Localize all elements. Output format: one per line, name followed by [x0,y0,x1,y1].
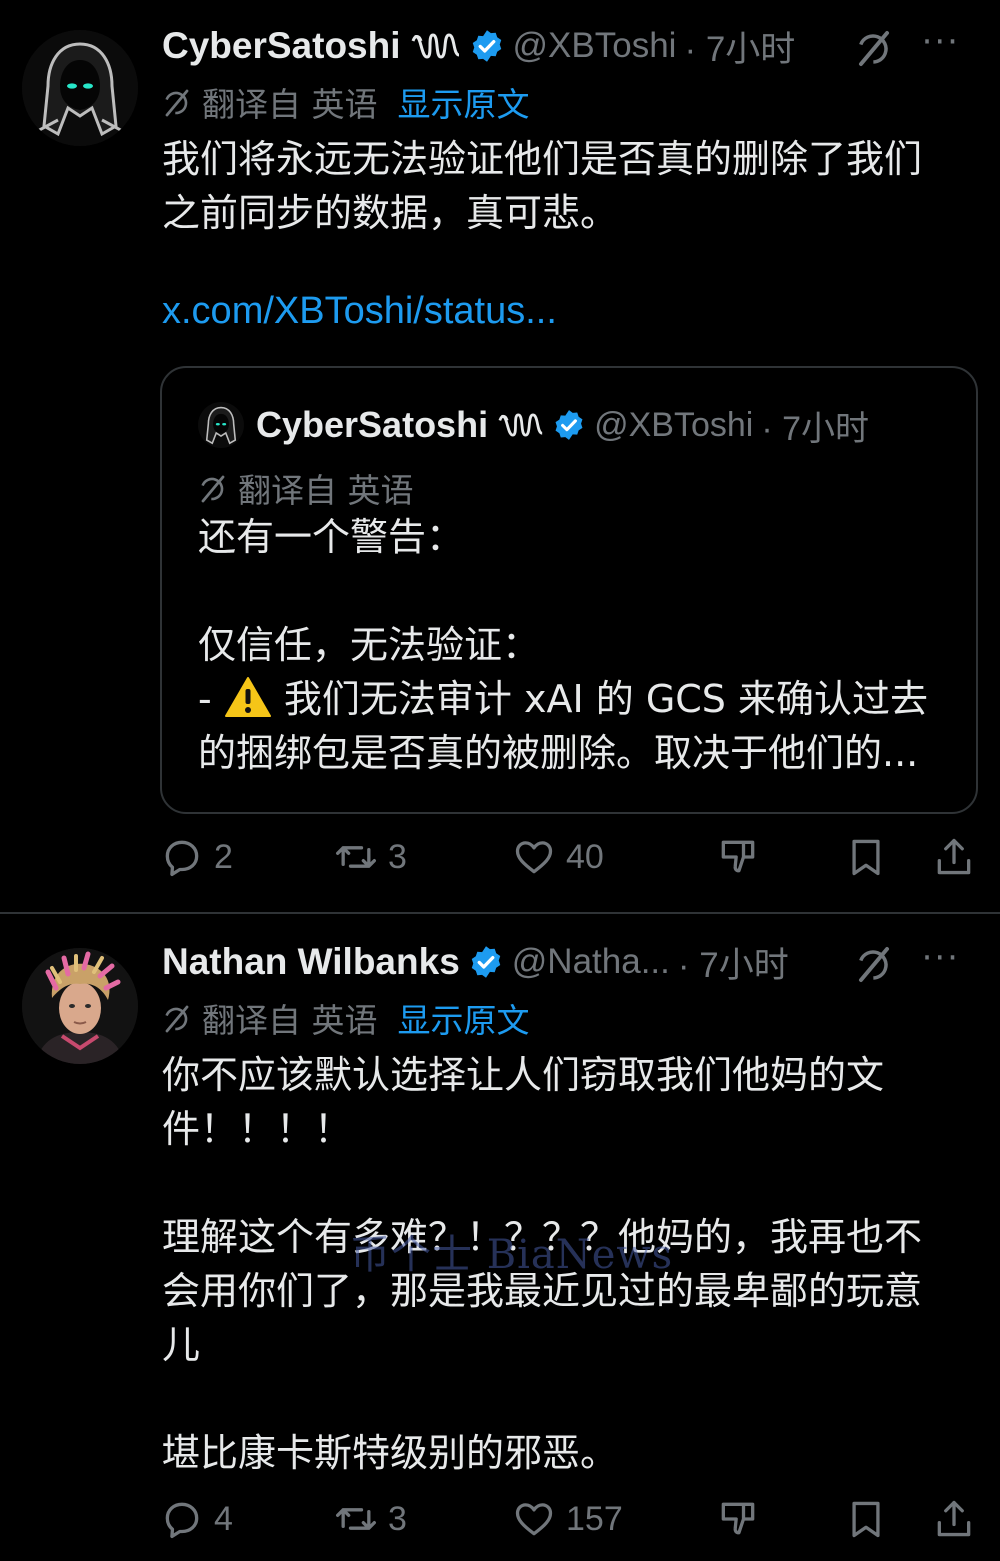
dislike-icon [721,840,755,873]
timestamp[interactable]: · 7小时 [684,21,795,72]
bookmark-button[interactable] [844,832,888,882]
warning-icon [224,677,271,717]
watermark: 币个士 BiaNews [350,1232,674,1278]
like-icon [515,841,553,874]
display-name[interactable]: Nathan Wilbanks [162,941,460,983]
handle[interactable]: @XBToshi [513,26,677,66]
repost-count: 3 [388,837,407,876]
tweet-header: CyberSatoshi @XBToshi · 7小时 ··· [162,18,982,74]
like-button[interactable]: 157 [512,1494,623,1544]
share-button[interactable] [932,832,976,882]
like-count: 157 [566,1499,623,1538]
share-icon [937,1500,971,1537]
action-bar: 2 3 40 [160,832,980,882]
reply-button[interactable]: 2 [160,832,233,882]
translated-from-label: 翻译自 英语 [202,85,378,124]
bookmark-icon [852,839,880,876]
quoted-tweet-text: 还有一个警告： 仅信任，无法验证： - 我们无法审计 xAI 的 GCS 来确认… [198,510,958,780]
reply-count: 2 [214,837,233,876]
repost-icon [336,846,376,868]
repost-count: 3 [388,1499,407,1538]
tweet-text: 我们将永远无法验证他们是否真的删除了我们 之前同步的数据，真可悲。 [162,137,923,235]
repost-button[interactable]: 3 [334,1494,407,1544]
like-count: 40 [566,837,604,876]
share-icon [937,838,971,875]
translate-icon [164,1005,189,1033]
handle[interactable]: @Natha... [512,942,670,982]
tweet-cybersatoshi[interactable]: CyberSatoshi @XBToshi · 7小时 ··· 翻译自 英语 显… [0,0,1000,912]
affiliate-badge-icon [498,413,543,437]
quoted-tweet[interactable]: CyberSatoshi @XBToshi · 7小时 翻译自 英语 还有一个警… [160,366,978,814]
more-icon[interactable]: ··· [922,938,960,978]
bookmark-icon [852,1501,880,1538]
quoted-tweet-header: CyberSatoshi @XBToshi · 7小时 [198,402,869,448]
reply-button[interactable]: 4 [160,1494,233,1544]
timestamp[interactable]: · 7小时 [678,937,789,988]
verified-badge-icon[interactable] [468,944,504,980]
tweet-link[interactable]: x.com/XBToshi/status... [162,290,557,333]
repost-icon [336,1508,376,1530]
translate-icon [200,475,225,503]
reply-count: 4 [214,1499,233,1538]
dislike-button[interactable] [716,832,760,882]
show-original-link[interactable]: 显示原文 [398,78,530,126]
more-icon[interactable]: ··· [922,22,960,62]
dislike-button[interactable] [716,1494,760,1544]
reply-icon [165,840,199,877]
like-icon [515,1503,553,1536]
translated-from-label: 翻译自 英语 [202,1001,378,1040]
reply-icon [165,1502,199,1539]
verified-badge-icon[interactable] [469,28,505,64]
quoted-text-warning: 我们无法审计 xAI 的 GCS 来确认过去 的捆绑包是否真的被删除。取决于他们… [198,677,928,775]
share-button[interactable] [932,1494,976,1544]
quoted-handle: @XBToshi [594,405,754,444]
translation-notice: 翻译自 英语 显示原文 [162,996,530,1040]
grok-icon[interactable] [854,944,894,984]
avatar[interactable] [22,948,138,1064]
bookmark-button[interactable] [844,1494,888,1544]
quoted-translation-notice: 翻译自 英语 [198,464,414,512]
quoted-timestamp: · 7小时 [761,409,870,448]
repost-button[interactable]: 3 [334,832,407,882]
dislike-icon [721,1502,755,1535]
avatar[interactable] [22,30,138,146]
like-button[interactable]: 40 [512,832,604,882]
translate-icon [164,89,189,117]
display-name[interactable]: CyberSatoshi [162,25,401,67]
quoted-display-name: CyberSatoshi [256,404,489,445]
translated-from-label: 翻译自 英语 [238,471,414,510]
verified-badge-icon [555,410,583,440]
quoted-avatar [198,402,244,448]
tweet-header: Nathan Wilbanks @Natha... · 7小时 ··· [162,934,982,990]
affiliate-badge-icon [411,33,460,59]
action-bar: 4 3 157 [160,1494,980,1544]
translation-notice: 翻译自 英语 显示原文 [162,80,530,124]
show-original-link[interactable]: 显示原文 [398,994,530,1042]
grok-icon[interactable] [854,28,894,68]
